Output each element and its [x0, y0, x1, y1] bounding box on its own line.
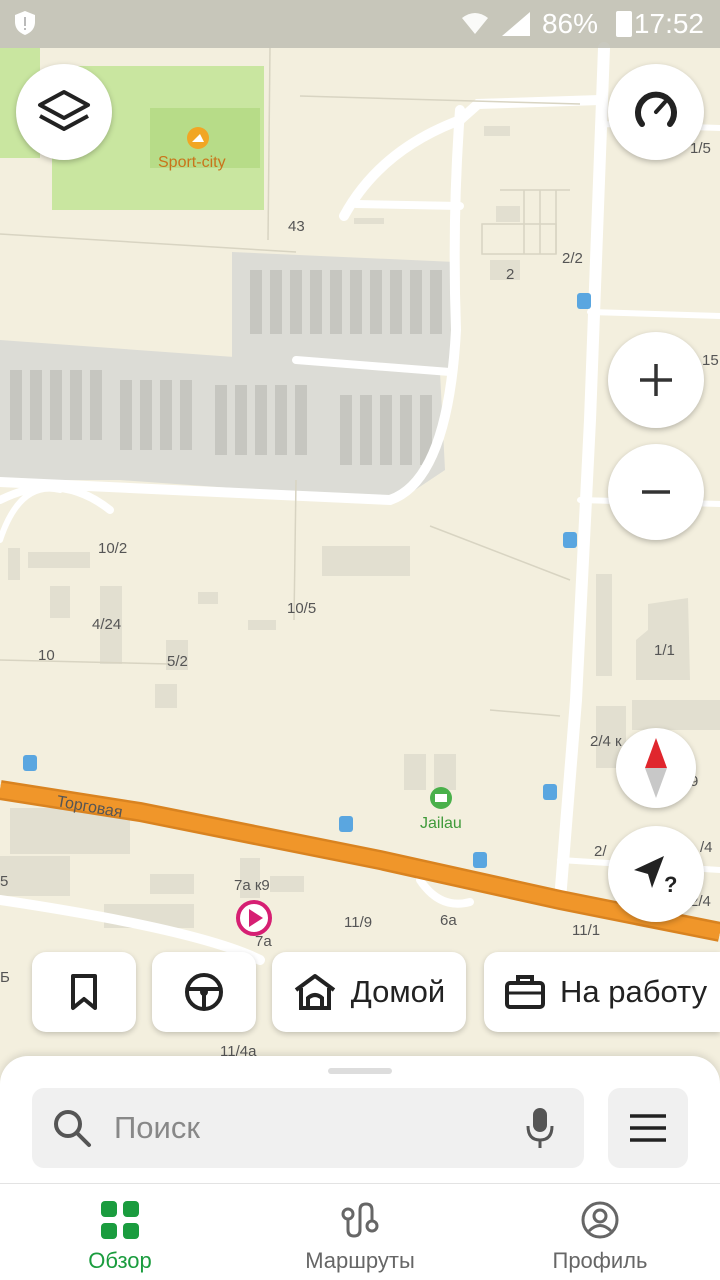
- work-button[interactable]: На работу: [484, 952, 720, 1032]
- zoom-out-button[interactable]: [608, 444, 704, 540]
- home-icon: [294, 974, 335, 1010]
- sheet-drag-handle[interactable]: [328, 1068, 392, 1074]
- house-number: 2/: [594, 843, 607, 860]
- house-number: 7а к9: [234, 877, 270, 894]
- tab-label: Маршруты: [305, 1248, 415, 1273]
- tab-routes[interactable]: Маршруты: [240, 1194, 480, 1280]
- tab-overview[interactable]: Обзор: [0, 1194, 240, 1280]
- search-input[interactable]: Поиск: [32, 1088, 584, 1168]
- house-number: 1/5: [690, 140, 711, 157]
- plus-icon: [640, 364, 672, 396]
- profile-icon: [581, 1201, 619, 1239]
- home-label: Домой: [350, 974, 446, 1009]
- play-marker-icon[interactable]: [236, 900, 272, 936]
- house-number: 10/5: [287, 600, 316, 617]
- zoom-in-button[interactable]: [608, 332, 704, 428]
- house-number: 11/9: [344, 914, 372, 931]
- house-number: 6а: [440, 912, 457, 929]
- house-number: 4/24: [92, 616, 121, 633]
- battery-icon: [616, 11, 632, 37]
- briefcase-icon: [505, 975, 545, 1009]
- house-number: 1/1: [654, 642, 675, 659]
- tab-profile[interactable]: Профиль: [480, 1194, 720, 1280]
- poi-label: Sport-city: [158, 154, 226, 171]
- house-number: 5/2: [167, 653, 188, 670]
- layers-button[interactable]: [16, 64, 112, 160]
- route-icon: [341, 1202, 379, 1238]
- house-number: 10/2: [98, 540, 127, 557]
- house-number: 15: [702, 352, 719, 369]
- house-number: Б: [0, 969, 10, 986]
- navigation-arrow-icon: ?: [634, 856, 677, 896]
- compass-icon: [645, 738, 667, 798]
- house-number: 2/4 к: [590, 733, 622, 750]
- status-bar: 86% 17:52: [0, 0, 720, 48]
- work-label: На работу: [560, 974, 708, 1009]
- house-number: 5: [0, 873, 8, 890]
- house-number: /4: [700, 839, 713, 856]
- house-number: 2: [506, 266, 514, 283]
- svg-text:?: ?: [664, 872, 677, 896]
- minus-icon: [642, 490, 670, 494]
- search-placeholder: Поиск: [114, 1110, 200, 1145]
- wifi-icon: [462, 13, 488, 34]
- speed-camera-button[interactable]: [608, 64, 704, 160]
- signal-icon: [502, 12, 530, 36]
- compass-button[interactable]: [616, 728, 696, 808]
- search-icon: [54, 1110, 91, 1147]
- shield-icon: [15, 11, 35, 35]
- microphone-icon[interactable]: [526, 1106, 554, 1150]
- battery-percent: 86%: [541, 8, 598, 39]
- house-number: 2/2: [562, 250, 583, 267]
- poi-label: Jailau: [420, 815, 462, 832]
- layers-icon: [38, 90, 90, 131]
- divider: [0, 1183, 720, 1184]
- house-number: 10: [38, 647, 55, 664]
- tab-label: Обзор: [88, 1248, 152, 1273]
- home-button[interactable]: Домой: [272, 952, 466, 1032]
- bookmark-icon: [71, 974, 97, 1010]
- house-number: 11/1: [572, 922, 600, 939]
- hamburger-menu-icon: [630, 1114, 666, 1142]
- menu-button[interactable]: [608, 1088, 688, 1168]
- steering-wheel-icon: [185, 973, 223, 1011]
- grid-icon: [101, 1201, 139, 1239]
- house-number: 43: [288, 218, 305, 235]
- clock: 17:52: [633, 8, 704, 39]
- bookmarks-button[interactable]: [32, 952, 136, 1032]
- navigator-button[interactable]: [152, 952, 256, 1032]
- my-location-button[interactable]: ?: [608, 826, 704, 922]
- tab-label: Профиль: [552, 1248, 648, 1273]
- speedometer-icon: [635, 91, 677, 127]
